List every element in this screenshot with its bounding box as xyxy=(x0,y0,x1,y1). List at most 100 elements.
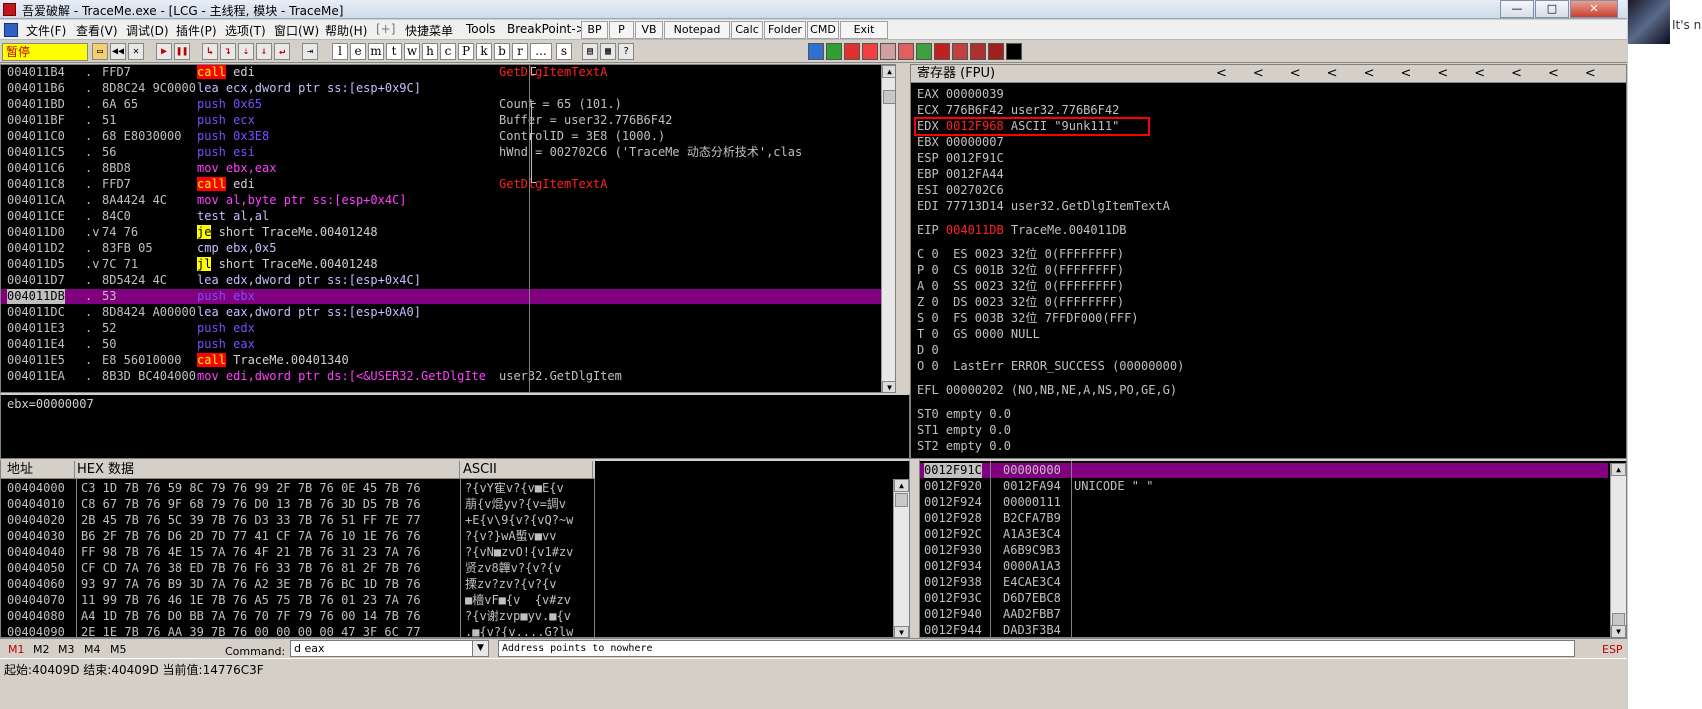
toolbar-p-button[interactable]: P xyxy=(458,43,474,60)
minimize-button[interactable]: — xyxy=(1500,0,1534,18)
toolbar-dots-button[interactable]: ... xyxy=(530,43,552,60)
toolbar-t-button[interactable]: t xyxy=(386,43,402,60)
dump-ascii[interactable]: .■{v?{v....G?lw xyxy=(465,625,573,637)
register-line[interactable]: ST1 empty 0.0 xyxy=(917,423,1011,438)
plugin-icon-5[interactable] xyxy=(880,43,896,60)
dump-address[interactable]: 00404020 xyxy=(7,513,65,528)
plugin-icon-1[interactable] xyxy=(808,43,824,60)
help-icon[interactable]: ? xyxy=(618,43,634,60)
disasm-row[interactable]: 004011D7. 8D5424 4C lea edx,dword ptr ss:[… xyxy=(1,273,881,288)
maximize-button[interactable]: □ xyxy=(1535,0,1569,18)
dump-address[interactable]: 00404030 xyxy=(7,529,65,544)
memory-dump-pane[interactable]: 地址 HEX 数据 ASCII 00404000 C3 1D 7B 76 59 8… xyxy=(0,459,910,638)
tab-m1[interactable]: M1 xyxy=(8,643,25,656)
plugin-icon-8[interactable] xyxy=(934,43,950,60)
toolbar-b-button[interactable]: b xyxy=(494,43,510,60)
register-line[interactable]: Z 0 DS 0023 32位 0(FFFFFFFF) xyxy=(917,295,1124,310)
menu-shortcuts[interactable]: 快捷菜单 xyxy=(405,22,453,39)
register-line[interactable]: S 0 FS 003B 32位 7FFDF000(FFF) xyxy=(917,311,1139,326)
stack-row[interactable]: 0012F934 0000A1A3 xyxy=(920,559,1608,574)
stack-scrollbar[interactable]: ▲ ▼ xyxy=(1610,463,1626,637)
dump-ascii[interactable]: ?{v?}wA蟴v■vv xyxy=(465,529,556,544)
dump-col-address[interactable]: 地址 xyxy=(7,461,75,479)
disasm-row[interactable]: 004011C0. 68 E8030000 push 0x3E8 ControlID … xyxy=(1,129,881,144)
tab-m4[interactable]: M4 xyxy=(84,643,101,656)
menu-help[interactable]: 帮助(H) xyxy=(325,22,367,39)
dump-address[interactable]: 00404050 xyxy=(7,561,65,576)
command-input[interactable] xyxy=(290,640,478,657)
run-icon[interactable]: ▶ xyxy=(156,43,172,60)
cmdbar-right-label[interactable]: ESP xyxy=(1602,643,1623,656)
register-line[interactable]: EBX 00000007 xyxy=(917,135,1004,150)
toolbar-h-button[interactable]: h xyxy=(422,43,438,60)
tab-m5[interactable]: M5 xyxy=(110,643,127,656)
grid-icon[interactable]: ▦ xyxy=(600,43,616,60)
plugin-p-button[interactable]: P xyxy=(609,21,634,39)
dump-col-ascii[interactable]: ASCII xyxy=(463,461,593,479)
dump-hex[interactable]: 93 97 7A 76 B9 3D 7A 76 A2 3E 7B 76 BC 1… xyxy=(81,577,421,592)
menu-file[interactable]: 文件(F) xyxy=(26,22,66,39)
menu-breakpoint[interactable]: BreakPoint-> xyxy=(507,22,586,36)
toolbar-e-button[interactable]: e xyxy=(350,43,366,60)
register-line[interactable]: T 0 GS 0000 NULL xyxy=(917,327,1040,342)
plugin-icon-2[interactable] xyxy=(826,43,842,60)
plugin-icon-6[interactable] xyxy=(898,43,914,60)
menu-expand[interactable]: [+] xyxy=(376,22,395,36)
register-line[interactable]: C 0 ES 0023 32位 0(FFFFFFFF) xyxy=(917,247,1124,262)
close-icon[interactable]: ✕ xyxy=(128,43,144,60)
dump-ascii[interactable]: +E{v\9{v?{vQ?~w xyxy=(465,513,573,528)
stack-row[interactable]: 0012F92C A1A3E3C4 xyxy=(920,527,1608,542)
goto-icon[interactable]: ⇥ xyxy=(302,43,318,60)
menu-plugins[interactable]: 插件(P) xyxy=(176,22,217,39)
plugin-icon-7[interactable] xyxy=(916,43,932,60)
disasm-row[interactable]: 004011E5. E8 56010000 call TraceMe.0040134… xyxy=(1,353,881,368)
stack-row[interactable]: 0012F928 B2CFA7B9 xyxy=(920,511,1608,526)
dump-hex[interactable]: CF CD 7A 76 38 ED 7B 76 F6 33 7B 76 81 2… xyxy=(81,561,421,576)
dump-ascii[interactable]: 搮zv?zv?{v?{v xyxy=(465,577,556,592)
menu-tools[interactable]: Tools xyxy=(466,22,496,36)
stack-row[interactable]: 0012F920 0012FA94 UNICODE " " xyxy=(920,479,1608,494)
register-line[interactable]: ST0 empty 0.0 xyxy=(917,407,1011,422)
plugin-vb-button[interactable]: VB xyxy=(635,21,663,39)
toolbar-l-button[interactable]: l xyxy=(332,43,348,60)
register-arrows[interactable]: <<<<<<<<<<< xyxy=(1216,65,1622,83)
menu-window[interactable]: 窗口(W) xyxy=(274,22,319,39)
toolbar-r-button[interactable]: r xyxy=(512,43,528,60)
dump-address[interactable]: 00404060 xyxy=(7,577,65,592)
restart-icon[interactable]: ◀◀ xyxy=(110,43,126,60)
dump-ascii[interactable]: ?{vY寉v?{v■E{v xyxy=(465,481,564,496)
disasm-row[interactable]: 004011C6. 8BD8 mov ebx,eax xyxy=(1,161,881,176)
register-line[interactable]: EDI 77713D14 user32.GetDlgItemTextA xyxy=(917,199,1170,214)
toolbar-w-button[interactable]: w xyxy=(404,43,420,60)
disassembly-scrollbar[interactable]: ▲ ▼ xyxy=(881,65,895,392)
register-line[interactable]: ESI 002702C6 xyxy=(917,183,1004,198)
plugin-icon-10[interactable] xyxy=(970,43,986,60)
execute-till-return-icon[interactable]: ↵ xyxy=(274,43,290,60)
dump-address[interactable]: 00404000 xyxy=(7,481,65,496)
plugin-icon-4[interactable] xyxy=(862,43,878,60)
dump-ascii[interactable]: ?{vN■zvO!{v1#zv xyxy=(465,545,573,560)
register-line[interactable]: D 0 xyxy=(917,343,939,358)
dump-col-hex[interactable]: HEX 数据 xyxy=(77,461,460,479)
disasm-row[interactable]: 004011D2. 83FB 05 cmp ebx,0x5 xyxy=(1,241,881,256)
plugin-bp-button[interactable]: BP xyxy=(581,21,608,39)
menu-debug[interactable]: 调试(D) xyxy=(126,22,169,39)
register-line[interactable]: P 0 CS 001B 32位 0(FFFFFFFF) xyxy=(917,263,1124,278)
dump-hex[interactable]: B6 2F 7B 76 D6 2D 7D 77 41 CF 7A 76 10 1… xyxy=(81,529,421,544)
disasm-row[interactable]: 004011DC. 8D8424 A00000 lea eax,dword ptr … xyxy=(1,305,881,320)
stack-pane[interactable]: 0012F91C 00000000 0012F920 0012FA94 UNICODE … xyxy=(919,459,1627,638)
disasm-row[interactable]: 004011E4. 50 push eax xyxy=(1,337,881,352)
toolbar-c-button[interactable]: c xyxy=(440,43,456,60)
dump-address[interactable]: 00404080 xyxy=(7,609,65,624)
menu-options[interactable]: 选项(T) xyxy=(225,22,266,39)
dump-address[interactable]: 00404090 xyxy=(7,625,65,637)
plugin-exit-button[interactable]: Exit xyxy=(840,21,888,39)
disasm-row[interactable]: 004011B6. 8D8C24 9C0000 lea ecx,dword ptr … xyxy=(1,81,881,96)
dump-hex[interactable]: C8 67 7B 76 9F 68 79 76 D0 13 7B 76 3D D… xyxy=(81,497,421,512)
register-line[interactable]: EFL 00000202 (NO,NB,NE,A,NS,PO,GE,G) xyxy=(917,383,1177,398)
trace-over-icon[interactable]: ⇓ xyxy=(256,43,272,60)
toolbar-m-button[interactable]: m xyxy=(368,43,384,60)
step-over-icon[interactable]: ↴ xyxy=(220,43,236,60)
layout-icon[interactable]: ▤ xyxy=(582,43,598,60)
open-icon[interactable]: ▭ xyxy=(92,43,108,60)
